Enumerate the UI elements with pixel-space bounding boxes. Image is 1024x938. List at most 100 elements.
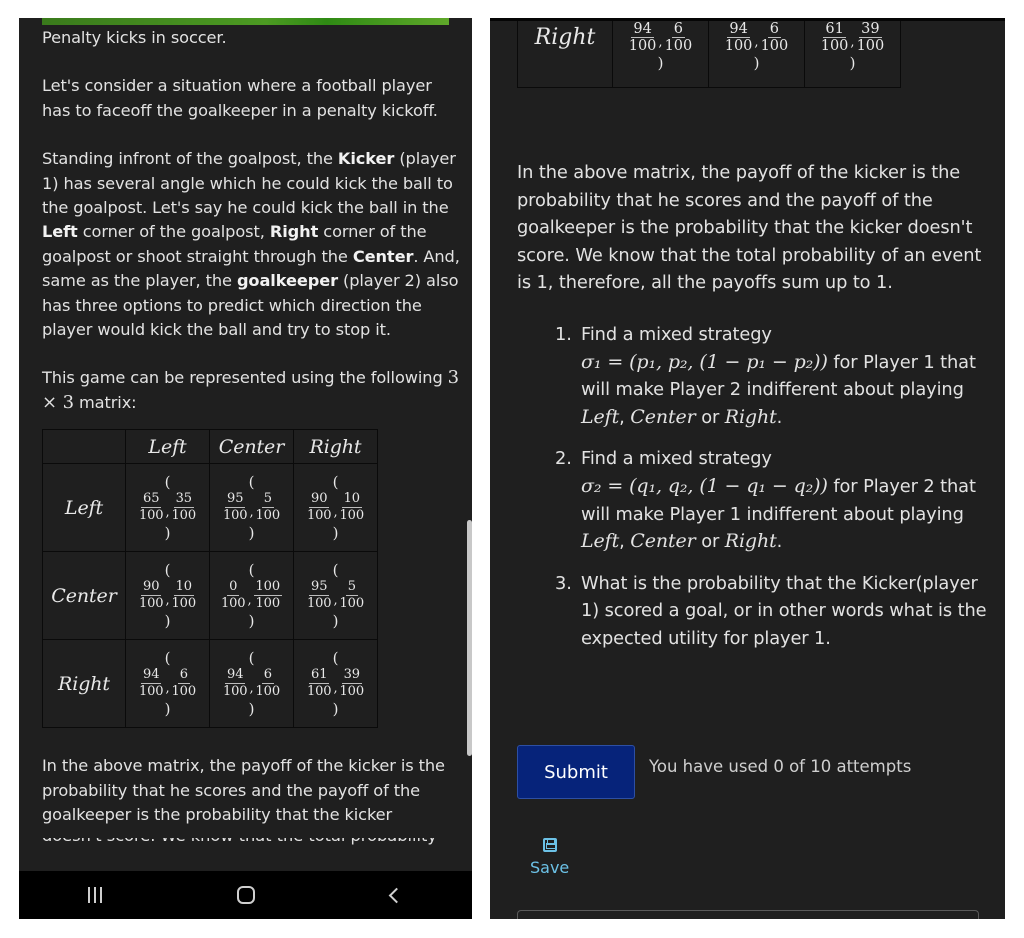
header-row: Left Center Right xyxy=(42,429,378,465)
numerator: 95 xyxy=(309,579,330,597)
goalkeeper-payoff: 10 100 xyxy=(340,491,365,524)
goalkeeper-bold: goalkeeper xyxy=(236,271,338,291)
goalkeeper-payoff: 100 100 xyxy=(253,579,283,612)
matrix-row: Left(65 100, 35 100)(95 100, 5 100)(90 100, 10 10… xyxy=(42,463,378,553)
denominator: 100 xyxy=(171,508,197,524)
kicker-payoff: 94 100 xyxy=(223,667,248,700)
kicker-payoff: 95 100 xyxy=(307,579,332,612)
column-header: Left xyxy=(125,429,210,465)
payoff-pair: 0 100, 100 100 xyxy=(221,579,283,612)
kicker-payoff: 61 100 xyxy=(307,667,332,700)
period: . xyxy=(776,406,783,428)
close-paren: ) xyxy=(248,700,255,719)
numerator: 6 xyxy=(177,667,190,685)
payoff-cell: (61100,39100) xyxy=(804,21,901,88)
matrix-row: Right(94100,6100)(94100,6100)(61100,3910… xyxy=(517,21,901,88)
comma: , xyxy=(754,35,759,50)
goalkeeper-payoff: 5 100 xyxy=(256,491,281,524)
numerator: 100 xyxy=(253,579,283,597)
kicker-payoff: 90 100 xyxy=(307,491,332,524)
open-paren: ( xyxy=(164,561,171,580)
goalkeeper-payoff: 39 100 xyxy=(340,667,365,700)
goalkeeper-payoff: 6 100 xyxy=(256,667,281,700)
comma: , xyxy=(658,35,663,50)
payoff-cell: (61100,39100) xyxy=(293,639,378,729)
close-paren: ) xyxy=(849,54,856,72)
kicker-payoff: 95 100 xyxy=(223,491,248,524)
denominator: 100 xyxy=(171,684,197,700)
recent-apps-button[interactable] xyxy=(65,887,125,903)
home-button[interactable] xyxy=(216,886,276,904)
goalkeeper-payoff: 35 100 xyxy=(172,491,197,524)
payoff-cell: (94100,6100) xyxy=(612,21,709,88)
comma: , xyxy=(333,593,338,609)
comma: , xyxy=(249,505,254,521)
cutoff-text-line: doesn't score. We know that the total pr… xyxy=(42,838,437,845)
question-number: 2. xyxy=(555,448,572,470)
payoff-cell: (65 100, 35 100) xyxy=(125,463,210,553)
payoff-cell: (95 100, 5 100) xyxy=(293,551,378,641)
kicker-payoff: 0 100 xyxy=(221,579,246,612)
comma: , xyxy=(333,681,338,697)
center-bold: Center xyxy=(352,246,414,266)
question-item: 1. Find a mixed strategy σ₁ = (p₁, p₂, (1 … xyxy=(555,321,987,431)
numerator: 39 xyxy=(341,667,362,685)
open-paren: ( xyxy=(164,649,171,668)
numerator: 5 xyxy=(261,491,274,509)
comma: , xyxy=(165,681,170,697)
numerator: 61 xyxy=(309,667,330,685)
column-header: Right xyxy=(293,429,378,465)
payoff-matrix-right-row: Right(94100,6100)(94100,6100)(61100,3910… xyxy=(517,21,901,88)
kicker-payoff: 65 100 xyxy=(139,491,164,524)
question-item: 2. Find a mixed strategy σ₂ = (q₁, q₂, (1 … xyxy=(555,445,987,555)
payoff-cell: (94100,6100) xyxy=(209,639,294,729)
back-button[interactable] xyxy=(367,887,427,903)
save-label: Save xyxy=(530,858,570,877)
denominator: 100 xyxy=(724,38,753,54)
payoff-cell: (94100,6100) xyxy=(708,21,805,88)
close-paren: ) xyxy=(332,700,339,719)
numerator: 35 xyxy=(173,491,194,509)
option-left: Left xyxy=(581,530,620,553)
question-text: Find a mixed strategy xyxy=(581,323,772,345)
save-button[interactable]: Save xyxy=(530,838,569,877)
row-header: Right xyxy=(42,639,126,729)
denominator: 100 xyxy=(339,508,365,524)
close-paren: ) xyxy=(753,54,760,72)
separator: , xyxy=(619,531,631,553)
denominator: 100 xyxy=(306,508,332,524)
denominator: 100 xyxy=(255,684,281,700)
numerator: 6 xyxy=(671,21,686,38)
payoff-explanation: In the above matrix, the payoff of the k… xyxy=(42,756,445,825)
close-paren: ) xyxy=(332,612,339,631)
scrollbar-thumb[interactable] xyxy=(467,520,472,756)
numerator: 94 xyxy=(141,667,162,685)
corner-cell xyxy=(42,429,126,465)
period: . xyxy=(776,531,783,553)
description-paragraph: Standing infront of the goalpost, the Ki… xyxy=(42,147,462,342)
floppy-disk-icon xyxy=(542,838,557,852)
submit-button[interactable]: Submit xyxy=(517,745,635,799)
denominator: 100 xyxy=(255,596,281,612)
numerator: 10 xyxy=(173,579,194,597)
numerator: 61 xyxy=(823,21,846,38)
left-screen: Penalty kicks in soccer. Let's consider … xyxy=(19,18,472,919)
home-icon xyxy=(236,886,255,904)
denominator: 100 xyxy=(138,508,164,524)
close-paren: ) xyxy=(164,612,171,631)
question-number: 1. xyxy=(555,323,572,345)
numerator: 6 xyxy=(767,21,782,38)
payoff-cell: (90 100, 10 100) xyxy=(293,463,378,553)
close-paren: ) xyxy=(248,524,255,543)
denominator: 100 xyxy=(220,596,246,612)
comma: , xyxy=(165,593,170,609)
comma: , xyxy=(333,505,338,521)
numerator: 5 xyxy=(345,579,358,597)
numerator: 94 xyxy=(225,667,246,685)
open-paren: ( xyxy=(248,473,255,492)
kicker-payoff: 94 100 xyxy=(725,21,753,54)
option-center: Center xyxy=(630,530,696,553)
question-text: What is the probability that the Kicker(… xyxy=(581,572,987,649)
intro-title: Penalty kicks in soccer. xyxy=(42,28,227,47)
denominator: 100 xyxy=(222,684,248,700)
